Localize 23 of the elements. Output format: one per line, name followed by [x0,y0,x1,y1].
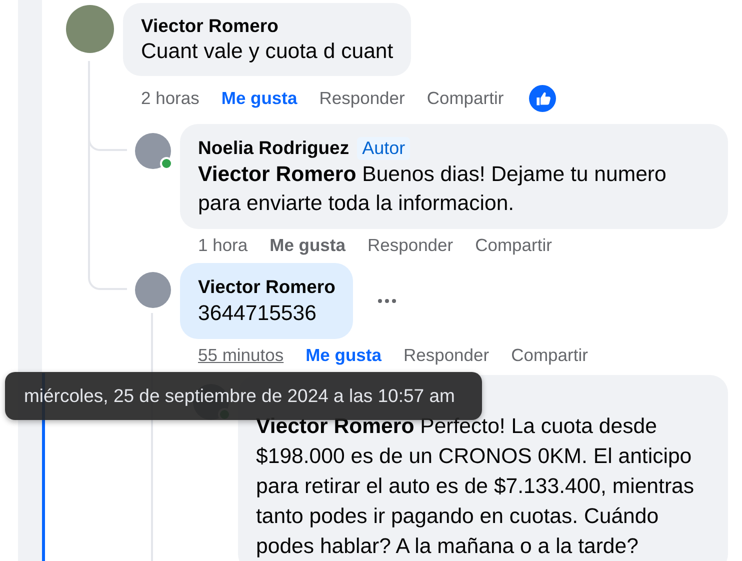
author-badge: Autor [357,136,410,160]
avatar[interactable] [135,133,171,169]
like-link[interactable]: Me gusta [306,344,382,366]
comment-text: Viector Romero Buenos dias! Dejame tu numero para enviarte toda la informacion. [198,161,668,217]
timestamp-link[interactable]: 55 minutos [198,344,284,366]
timestamp-link[interactable]: 1 hora [198,234,248,256]
date-tooltip: miércoles, 25 de septiembre de 2024 a las 10:57 am [5,372,482,420]
share-link[interactable]: Compartir [511,344,588,366]
comment-text: 3644715536 [198,300,318,327]
share-link[interactable]: Compartir [426,88,504,108]
reply-link[interactable]: Responder [319,88,405,108]
share-link[interactable]: Compartir [475,234,552,256]
avatar[interactable] [66,5,114,53]
author-name[interactable]: Viector Romero [141,15,278,37]
timestamp-link[interactable]: 2 horas [141,88,200,108]
author-name[interactable]: Viector Romero [198,276,336,298]
reply-link[interactable]: Responder [403,344,490,366]
avatar[interactable] [135,272,171,308]
like-link[interactable]: Me gusta [221,88,298,108]
like-link[interactable]: Me gusta [270,234,346,256]
comment-text: Cuant vale y cuota d cuant [141,38,394,65]
author-name[interactable]: Noelia Rodriguez [198,137,350,159]
reply-link[interactable]: Responder [367,234,454,256]
